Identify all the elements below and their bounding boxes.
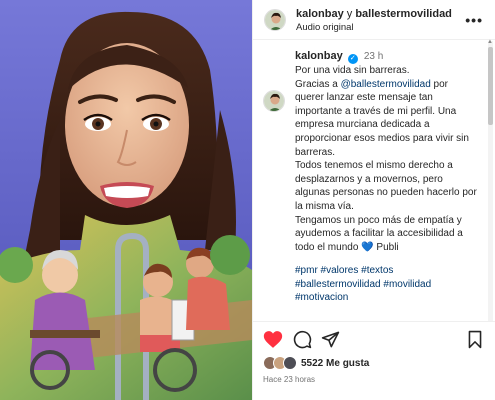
likes-row: 5522 Me gusta bbox=[263, 355, 369, 371]
post-photo bbox=[0, 0, 252, 400]
instagram-post: kalonbay y ballestermovilidad Audio orig… bbox=[0, 0, 495, 400]
save-button[interactable] bbox=[467, 330, 483, 354]
share-button[interactable] bbox=[321, 330, 340, 354]
caption-author: kalonbay ✓ 23 h bbox=[295, 50, 383, 64]
caption-time[interactable]: 23 h bbox=[364, 51, 383, 62]
post-actions: 5522 Me gusta Hace 23 horas bbox=[253, 321, 495, 400]
send-icon bbox=[321, 331, 340, 348]
more-horizontal-icon: ••• bbox=[465, 12, 483, 28]
likes-count[interactable]: 5522 Me gusta bbox=[301, 358, 369, 369]
scroll-up-arrow-icon[interactable]: ▲ bbox=[487, 39, 493, 45]
comment-icon bbox=[293, 330, 312, 349]
caption-avatar[interactable] bbox=[263, 90, 285, 112]
caption-area: kalonbay ✓ 23 h Por una vida sin barrera… bbox=[253, 41, 485, 320]
heart-filled-icon bbox=[263, 331, 283, 348]
bookmark-icon bbox=[468, 330, 482, 349]
hashtags[interactable]: #pmr #valores #textos #ballestermovilida… bbox=[295, 264, 477, 305]
avatar[interactable] bbox=[264, 9, 286, 31]
post-author-line: kalonbay y ballestermovilidad bbox=[296, 8, 452, 20]
like-button[interactable] bbox=[263, 330, 283, 354]
post-header: kalonbay y ballestermovilidad Audio orig… bbox=[253, 0, 495, 40]
avatar-image bbox=[265, 10, 285, 30]
more-options-button[interactable]: ••• bbox=[465, 12, 483, 28]
mention-link[interactable]: @ballestermovilidad bbox=[341, 79, 431, 90]
caption-line: Por una vida sin barreras. bbox=[295, 65, 410, 76]
caption-line: Gracias a @ballestermovilidad por querer… bbox=[295, 78, 477, 160]
blue-heart-icon: 💙 bbox=[361, 241, 374, 253]
scrollbar-thumb[interactable] bbox=[488, 47, 493, 125]
post-timestamp[interactable]: Hace 23 horas bbox=[263, 375, 315, 384]
comment-button[interactable] bbox=[293, 330, 312, 354]
post-media[interactable] bbox=[0, 0, 252, 400]
avatar-image bbox=[264, 91, 284, 111]
post-side-panel: kalonbay y ballestermovilidad Audio orig… bbox=[252, 0, 495, 400]
audio-label[interactable]: Audio original bbox=[296, 22, 354, 33]
caption-line: Tengamos un poco más de empatía y ayudem… bbox=[295, 214, 477, 255]
caption-text-segment: Publi bbox=[373, 241, 399, 253]
collaborator-username[interactable]: ballestermovilidad bbox=[355, 8, 452, 20]
verified-badge-icon: ✓ bbox=[347, 54, 358, 64]
caption-text: Por una vida sin barreras. Gracias a @ba… bbox=[295, 64, 477, 254]
caption-scrollbar[interactable]: ▲ bbox=[486, 39, 494, 321]
liker-avatar[interactable] bbox=[283, 356, 297, 370]
caption-text-segment: Gracias a bbox=[295, 78, 341, 90]
author-username[interactable]: kalonbay bbox=[296, 8, 344, 20]
caption-username[interactable]: kalonbay bbox=[295, 50, 343, 62]
caption-text-segment: por querer lanzar este mensaje tan impor… bbox=[295, 78, 469, 158]
caption-line: Todos tenemos el mismo derecho a desplaz… bbox=[295, 160, 477, 212]
author-connector: y bbox=[346, 8, 353, 20]
